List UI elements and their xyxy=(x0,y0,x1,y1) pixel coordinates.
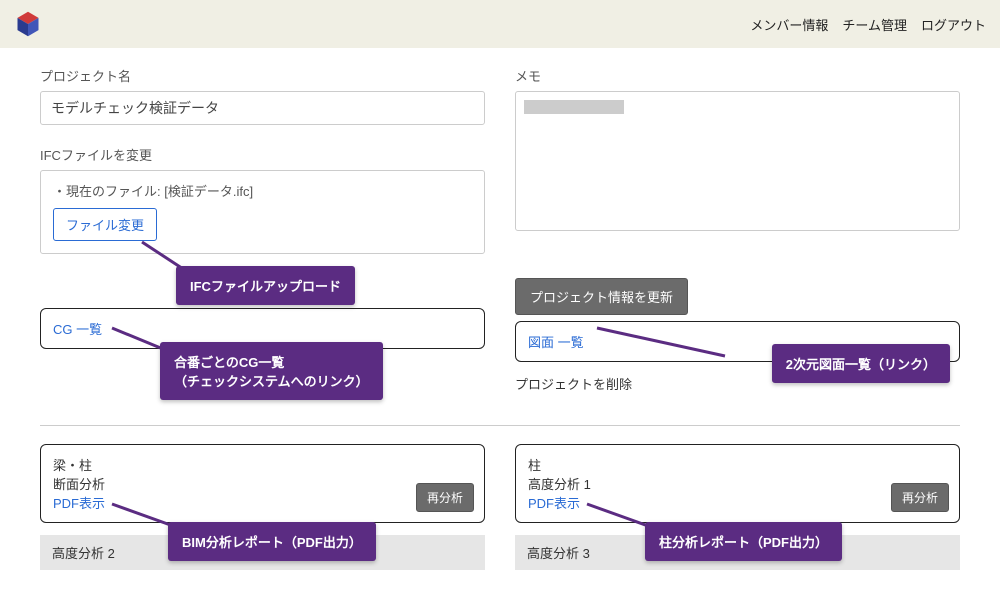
top-nav: メンバー情報 チーム管理 ログアウト xyxy=(750,15,986,34)
ifc-change-label: IFCファイルを変更 xyxy=(40,145,485,164)
callout-drawing: 2次元図面一覧（リンク） xyxy=(772,344,950,383)
cg-list-link[interactable]: CG 一覧 xyxy=(53,322,102,337)
delete-project-button[interactable]: プロジェクトを削除 xyxy=(515,368,632,399)
memo-placeholder xyxy=(524,100,624,114)
current-file-text: ・現在のファイル: [検証データ.ifc] xyxy=(53,181,472,200)
nav-logout[interactable]: ログアウト xyxy=(921,15,986,34)
ifc-file-box: ・現在のファイル: [検証データ.ifc] ファイル変更 xyxy=(40,170,485,254)
nav-team[interactable]: チーム管理 xyxy=(842,15,907,34)
callout-cg: 合番ごとのCG一覧 （チェックシステムへのリンク） xyxy=(160,342,383,400)
section-divider xyxy=(40,425,960,426)
project-name-input[interactable] xyxy=(40,91,485,125)
project-name-label: プロジェクト名 xyxy=(40,66,485,85)
app-logo-icon xyxy=(14,10,42,38)
memo-label: メモ xyxy=(515,66,960,85)
memo-textarea[interactable] xyxy=(515,91,960,231)
update-project-button[interactable]: プロジェクト情報を更新 xyxy=(515,278,688,315)
change-file-button[interactable]: ファイル変更 xyxy=(53,208,157,241)
pdf-link-right[interactable]: PDF表示 xyxy=(528,496,580,511)
card-title: 柱 xyxy=(528,455,947,474)
card-title: 梁・柱 xyxy=(53,455,472,474)
topbar: メンバー情報 チーム管理 ログアウト xyxy=(0,0,1000,48)
card-subtitle: 高度分析 1 xyxy=(528,474,947,493)
reanalyze-button-right[interactable]: 再分析 xyxy=(891,483,949,512)
pdf-link-left[interactable]: PDF表示 xyxy=(53,496,105,511)
beam-column-card: 梁・柱 断面分析 PDF表示 再分析 xyxy=(40,444,485,523)
column-card: 柱 高度分析 1 PDF表示 再分析 xyxy=(515,444,960,523)
nav-members[interactable]: メンバー情報 xyxy=(750,15,828,34)
callout-column: 柱分析レポート（PDF出力） xyxy=(645,522,842,561)
card-subtitle: 断面分析 xyxy=(53,474,472,493)
callout-upload: IFCファイルアップロード xyxy=(176,266,355,305)
callout-bim: BIM分析レポート（PDF出力） xyxy=(168,522,376,561)
drawing-list-link[interactable]: 図面 一覧 xyxy=(528,335,584,350)
reanalyze-button-left[interactable]: 再分析 xyxy=(416,483,474,512)
